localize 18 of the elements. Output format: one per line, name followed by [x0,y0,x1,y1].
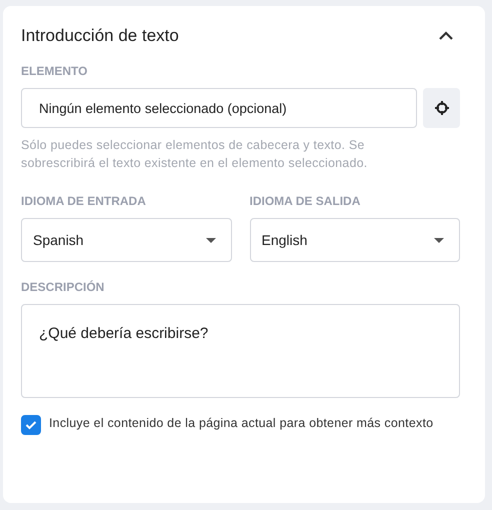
language-dropdown[interactable]: English [250,218,460,262]
caret-icon [206,238,216,242]
check-icon [25,420,37,430]
element-field[interactable]: Ningún elemento seleccionado (opcional) [21,88,417,128]
crosshair-icon [434,100,450,116]
panel-title: Introducción de texto [21,26,179,46]
field-label: IDIOMA DE SALIDA [250,194,362,208]
checkbox-label: Incluye el contenido de la página actual para obtener más contexto [49,415,434,432]
field-label: IDIOMA DE ENTRADA [21,194,147,208]
caret-icon [434,238,444,242]
field-label: DESCRIPCIÓN [21,280,106,294]
chevron-icon[interactable] [438,31,454,41]
language-dropdown[interactable]: Spanish [21,218,232,262]
field-label: ELEMENTO [21,64,88,78]
target-button[interactable] [423,88,460,128]
hint-text: Sólo puedes seleccionar elementos de cabecera y texto. Se sobrescribirá el texto existente en el elemento seleccionado. [21,137,368,172]
description-field[interactable]: ¿Qué debería escribirse? [21,304,460,398]
checkbox[interactable] [21,415,41,435]
